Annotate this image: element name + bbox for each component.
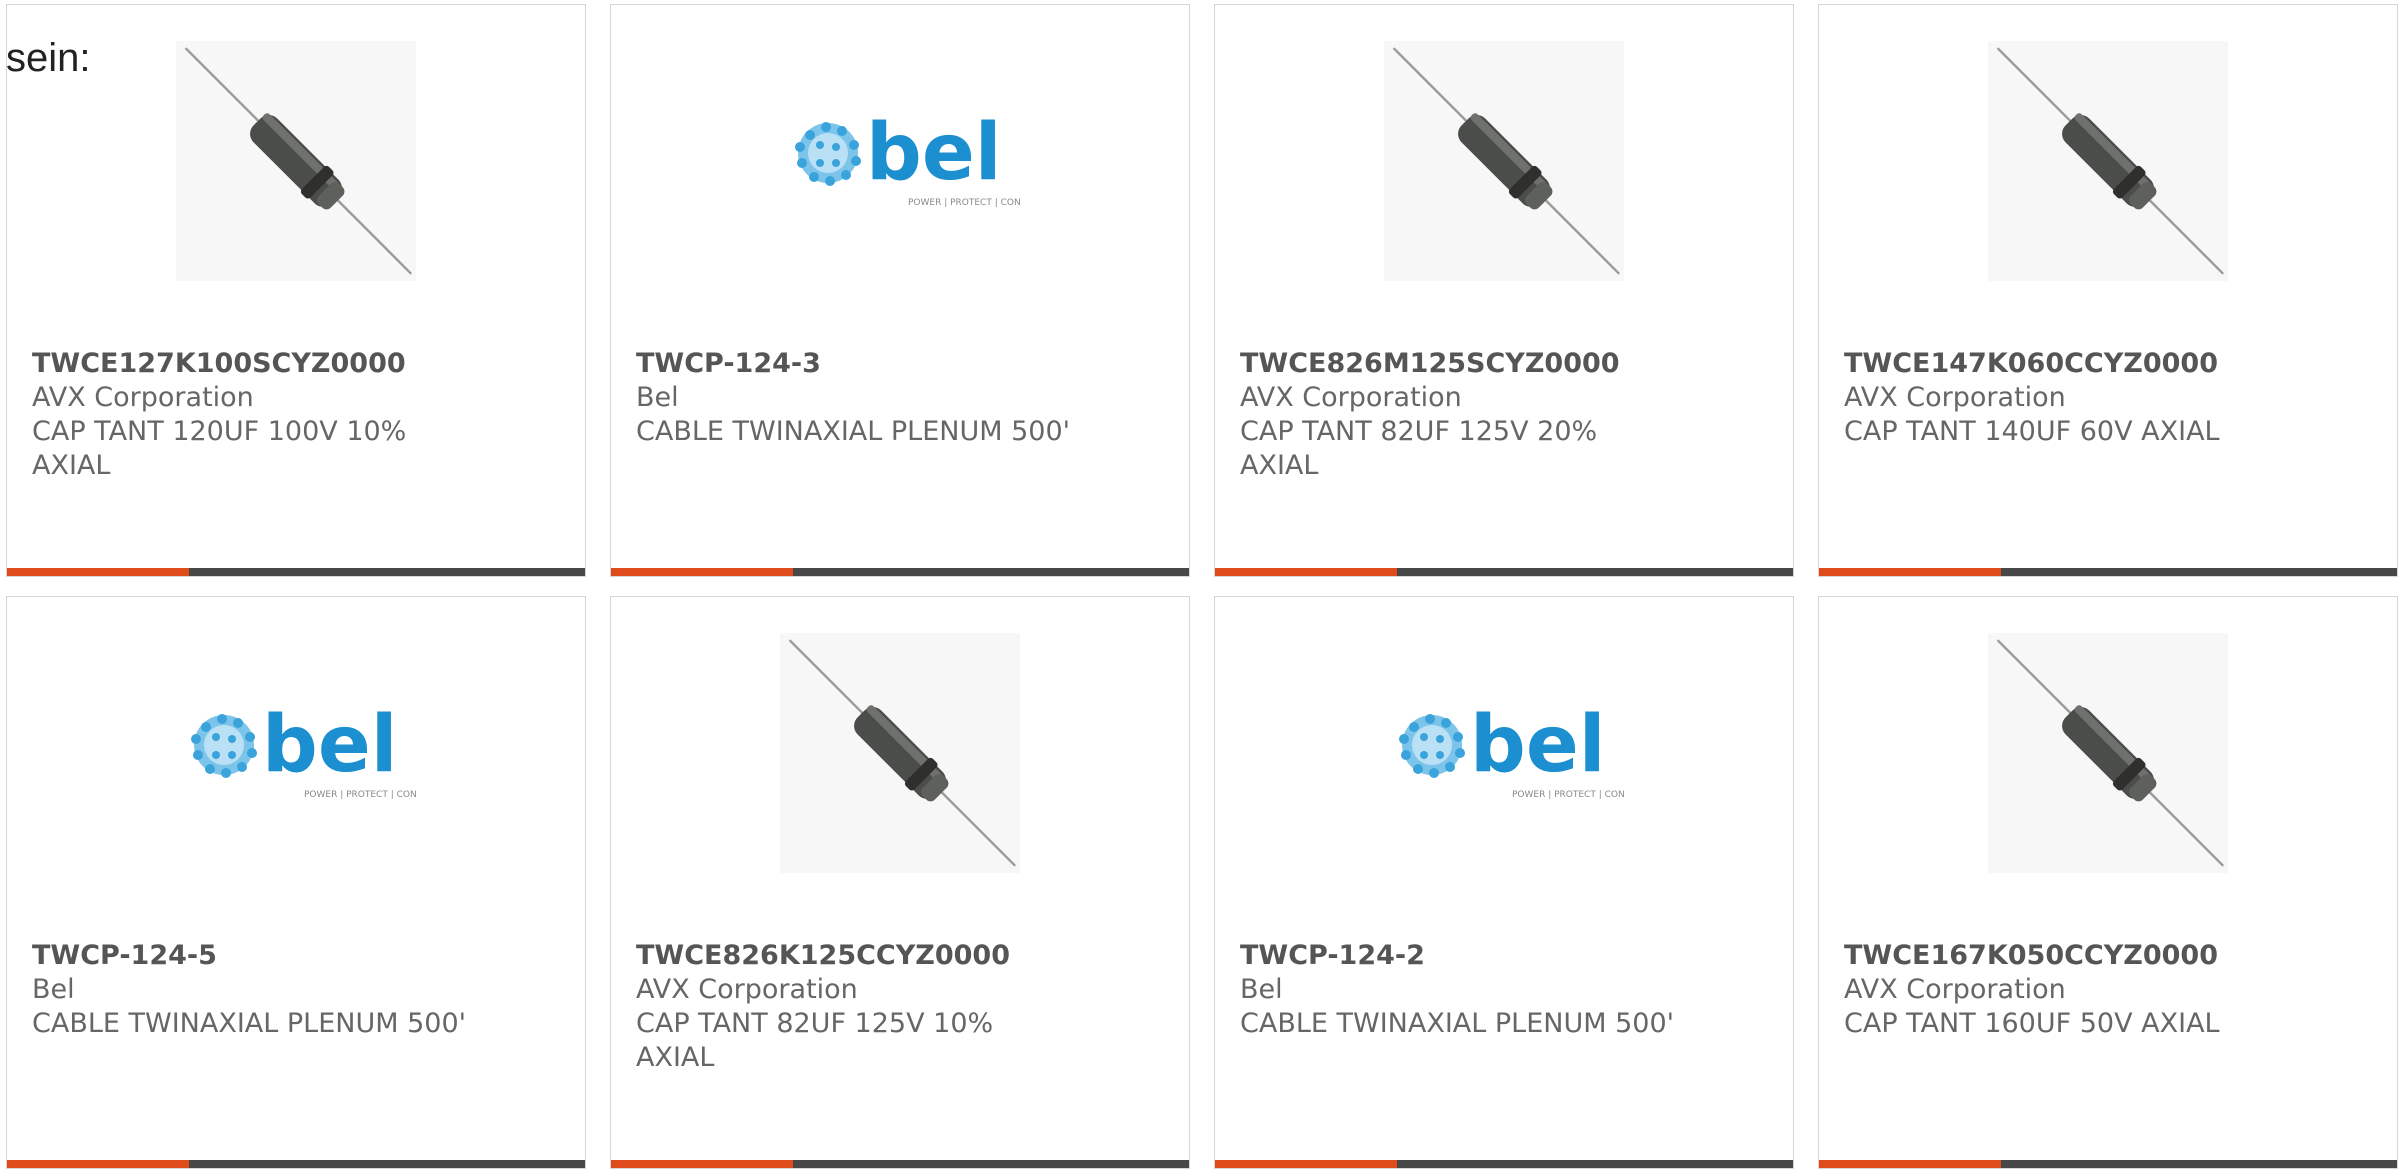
product-info: TWCE127K100SCYZ0000 AVX Corporation CAP … [32,347,472,483]
product-info: TWCE826M125SCYZ0000 AVX Corporation CAP … [1240,347,1680,483]
accent-bar-highlight [1819,1160,2001,1168]
accent-bar-highlight [611,1160,793,1168]
bel-logo-tagline: POWER | PROTECT | CONNECT [1512,790,1624,800]
card-accent-bar [7,1160,585,1168]
product-card[interactable]: bel POWER | PROTECT | CONNECT TWCP-124-2… [1214,596,1794,1169]
product-description: CABLE TWINAXIAL PLENUM 500' [32,1008,467,1039]
product-image[interactable] [7,41,585,281]
product-card[interactable]: TWCE826M125SCYZ0000 AVX Corporation CAP … [1214,4,1794,577]
accent-bar-base [2001,1160,2397,1168]
product-image[interactable] [1215,41,1793,281]
part-number[interactable]: TWCP-124-3 [636,347,1076,381]
product-card[interactable]: TWCE127K100SCYZ0000 AVX Corporation CAP … [6,4,586,577]
product-image[interactable]: bel POWER | PROTECT | CONNECT [611,41,1189,281]
axial-capacitor-image [780,633,1020,873]
card-accent-bar [611,568,1189,576]
manufacturer: AVX Corporation [1844,974,2066,1005]
card-accent-bar [1819,1160,2397,1168]
bel-logo-tagline: POWER | PROTECT | CONNECT [304,790,416,800]
accent-bar-highlight [1215,1160,1397,1168]
bel-logo-tagline: POWER | PROTECT | CONNECT [908,198,1020,208]
part-number[interactable]: TWCE167K050CCYZ0000 [1844,939,2284,973]
axial-capacitor-image [1384,41,1624,281]
manufacturer: Bel [32,974,75,1005]
product-info: TWCP-124-5 Bel CABLE TWINAXIAL PLENUM 50… [32,939,472,1041]
manufacturer: AVX Corporation [1844,382,2066,413]
manufacturer: Bel [1240,974,1283,1005]
bel-logo-text: bel [1470,700,1605,790]
bel-logo-text: bel [866,108,1001,198]
product-card[interactable]: TWCE826K125CCYZ0000 AVX Corporation CAP … [610,596,1190,1169]
product-description: CAP TANT 160UF 50V AXIAL [1844,1008,2220,1039]
product-grid: TWCE127K100SCYZ0000 AVX Corporation CAP … [6,4,2400,1169]
product-info: TWCP-124-2 Bel CABLE TWINAXIAL PLENUM 50… [1240,939,1680,1041]
accent-bar-highlight [1215,568,1397,576]
product-info: TWCE167K050CCYZ0000 AVX Corporation CAP … [1844,939,2284,1041]
accent-bar-base [793,1160,1189,1168]
product-image[interactable]: bel POWER | PROTECT | CONNECT [7,633,585,873]
axial-capacitor-image [176,41,416,281]
bel-logo: bel POWER | PROTECT | CONNECT [1399,700,1624,800]
part-number[interactable]: TWCP-124-5 [32,939,472,973]
part-number[interactable]: TWCP-124-2 [1240,939,1680,973]
manufacturer: AVX Corporation [636,974,858,1005]
accent-bar-base [793,568,1189,576]
accent-bar-base [1397,1160,1793,1168]
accent-bar-base [1397,568,1793,576]
accent-bar-base [189,568,585,576]
part-number[interactable]: TWCE127K100SCYZ0000 [32,347,472,381]
product-description: CAP TANT 82UF 125V 10% AXIAL [636,1008,994,1073]
card-accent-bar [1215,568,1793,576]
bel-logo-text: bel [262,700,397,790]
product-info: TWCE147K060CCYZ0000 AVX Corporation CAP … [1844,347,2284,449]
product-card[interactable]: bel POWER | PROTECT | CONNECT TWCP-124-5… [6,596,586,1169]
intro-text: sein: [6,36,91,80]
accent-bar-base [2001,568,2397,576]
accent-bar-highlight [611,568,793,576]
product-card[interactable]: TWCE167K050CCYZ0000 AVX Corporation CAP … [1818,596,2398,1169]
axial-capacitor-image [1988,41,2228,281]
accent-bar-highlight [7,568,189,576]
accent-bar-base [189,1160,585,1168]
card-accent-bar [7,568,585,576]
part-number[interactable]: TWCE826K125CCYZ0000 [636,939,1076,973]
product-image[interactable] [1819,41,2397,281]
product-description: CABLE TWINAXIAL PLENUM 500' [636,416,1071,447]
product-info: TWCE826K125CCYZ0000 AVX Corporation CAP … [636,939,1076,1075]
product-info: TWCP-124-3 Bel CABLE TWINAXIAL PLENUM 50… [636,347,1076,449]
product-image[interactable] [1819,633,2397,873]
product-description: CAP TANT 120UF 100V 10% AXIAL [32,416,407,481]
product-description: CAP TANT 82UF 125V 20% AXIAL [1240,416,1598,481]
product-description: CABLE TWINAXIAL PLENUM 500' [1240,1008,1675,1039]
card-accent-bar [1215,1160,1793,1168]
bel-logo: bel POWER | PROTECT | CONNECT [191,700,416,800]
accent-bar-highlight [7,1160,189,1168]
axial-capacitor-image [1988,633,2228,873]
part-number[interactable]: TWCE826M125SCYZ0000 [1240,347,1680,381]
product-image[interactable] [611,633,1189,873]
card-accent-bar [1819,568,2397,576]
part-number[interactable]: TWCE147K060CCYZ0000 [1844,347,2284,381]
product-description: CAP TANT 140UF 60V AXIAL [1844,416,2220,447]
manufacturer: Bel [636,382,679,413]
product-card[interactable]: TWCE147K060CCYZ0000 AVX Corporation CAP … [1818,4,2398,577]
bel-logo: bel POWER | PROTECT | CONNECT [795,108,1020,208]
product-card[interactable]: bel POWER | PROTECT | CONNECT TWCP-124-3… [610,4,1190,577]
manufacturer: AVX Corporation [1240,382,1462,413]
accent-bar-highlight [1819,568,2001,576]
product-image[interactable]: bel POWER | PROTECT | CONNECT [1215,633,1793,873]
card-accent-bar [611,1160,1189,1168]
manufacturer: AVX Corporation [32,382,254,413]
